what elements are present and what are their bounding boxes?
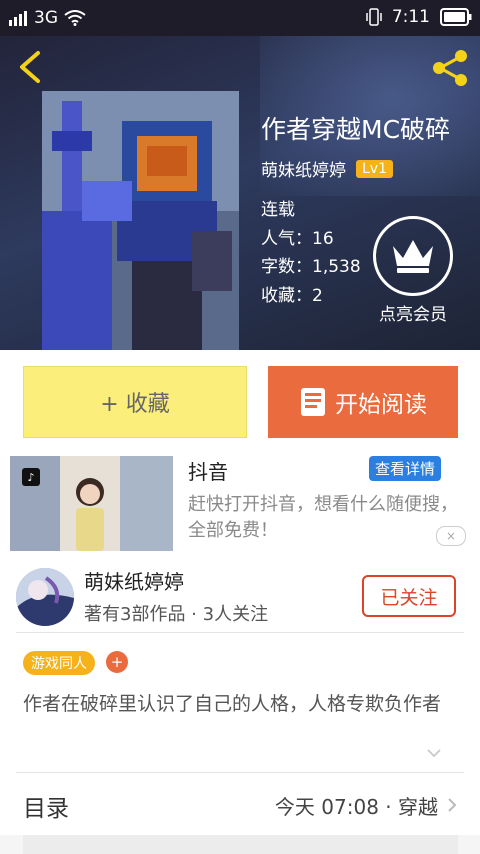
- avatar-art: [16, 568, 74, 626]
- start-reading-button[interactable]: 开始阅读: [268, 366, 458, 438]
- network-type: 3G: [34, 8, 58, 28]
- author-card-name: 萌妹纸婷婷: [84, 570, 184, 594]
- crown-icon: [393, 240, 433, 273]
- book-status: 连载: [261, 200, 295, 220]
- author-row: 萌妹纸婷婷 Lv1: [261, 156, 393, 181]
- ad-detail-button[interactable]: 查看详情: [369, 456, 442, 481]
- author-card-works: 著有3部作品 · 3人关注: [84, 604, 269, 625]
- vip-button[interactable]: 点亮会员: [368, 216, 458, 325]
- ad-thumbnail[interactable]: ♪: [10, 456, 173, 551]
- book-icon: [301, 388, 325, 416]
- ad-description: 赶快打开抖音，想看什么随便搜，全部免费！: [188, 494, 458, 541]
- back-icon[interactable]: [16, 50, 44, 84]
- book-word-count: 字数：1,538: [261, 257, 361, 277]
- book-popularity: 人气：16: [261, 228, 334, 249]
- book-favorites: 收藏：2: [261, 285, 323, 306]
- toc-label: 目录: [23, 796, 69, 822]
- book-title: 作者穿越MC破碎: [261, 115, 451, 144]
- follow-button[interactable]: 已关注: [362, 575, 456, 617]
- tiktok-icon: ♪: [22, 468, 40, 486]
- chevron-right-icon: [448, 798, 457, 812]
- collect-label: + 收藏: [100, 392, 170, 417]
- book-meta: 连载 人气：16 字数：1,538 收藏：2: [261, 196, 361, 310]
- book-description[interactable]: 作者在破碎里认识了自己的人格，人格专欺负作者: [23, 693, 453, 716]
- level-badge: Lv1: [356, 159, 393, 178]
- start-reading-label: 开始阅读: [335, 392, 427, 418]
- ad-name: 抖音: [188, 460, 228, 484]
- chevron-down-icon[interactable]: [426, 745, 442, 761]
- action-bar: + 收藏 开始阅读: [0, 350, 480, 446]
- signal-icon: [9, 11, 27, 26]
- table-of-contents-row[interactable]: 目录 今天 07:08 · 穿越: [0, 773, 480, 835]
- wifi-icon: [64, 10, 86, 26]
- book-cover[interactable]: [42, 91, 239, 350]
- vip-circle: [373, 216, 453, 296]
- cover-art: [42, 91, 239, 350]
- vibrate-icon: [366, 8, 382, 26]
- ad-close-icon[interactable]: ×: [436, 526, 466, 546]
- avatar[interactable]: [16, 568, 74, 626]
- author-card[interactable]: 萌妹纸婷婷 著有3部作品 · 3人关注 已关注: [0, 558, 480, 638]
- status-bar: 3G 7:11: [0, 0, 480, 36]
- clock: 7:11: [391, 7, 430, 27]
- book-hero: 作者穿越MC破碎 萌妹纸婷婷 Lv1 连载 人气：16 字数：1,538 收藏：…: [0, 36, 480, 350]
- ad-banner[interactable]: ♪ 抖音 查看详情 赶快打开抖音，想看什么随便搜，全部免费！ ×: [0, 446, 480, 558]
- author-name[interactable]: 萌妹纸婷婷: [261, 156, 346, 181]
- tags-section: 游戏同人 + 作者在破碎里认识了自己的人格，人格专欺负作者: [0, 633, 480, 773]
- battery-icon: [440, 8, 472, 26]
- collect-button[interactable]: + 收藏: [23, 366, 247, 438]
- bottom-placeholder: [23, 835, 458, 854]
- genre-tag[interactable]: 游戏同人: [23, 651, 95, 675]
- add-tag-button[interactable]: +: [106, 651, 128, 673]
- share-icon[interactable]: [430, 48, 470, 88]
- vip-label: 点亮会员: [379, 305, 447, 325]
- toc-latest-chapter: 今天 07:08 · 穿越: [274, 795, 438, 819]
